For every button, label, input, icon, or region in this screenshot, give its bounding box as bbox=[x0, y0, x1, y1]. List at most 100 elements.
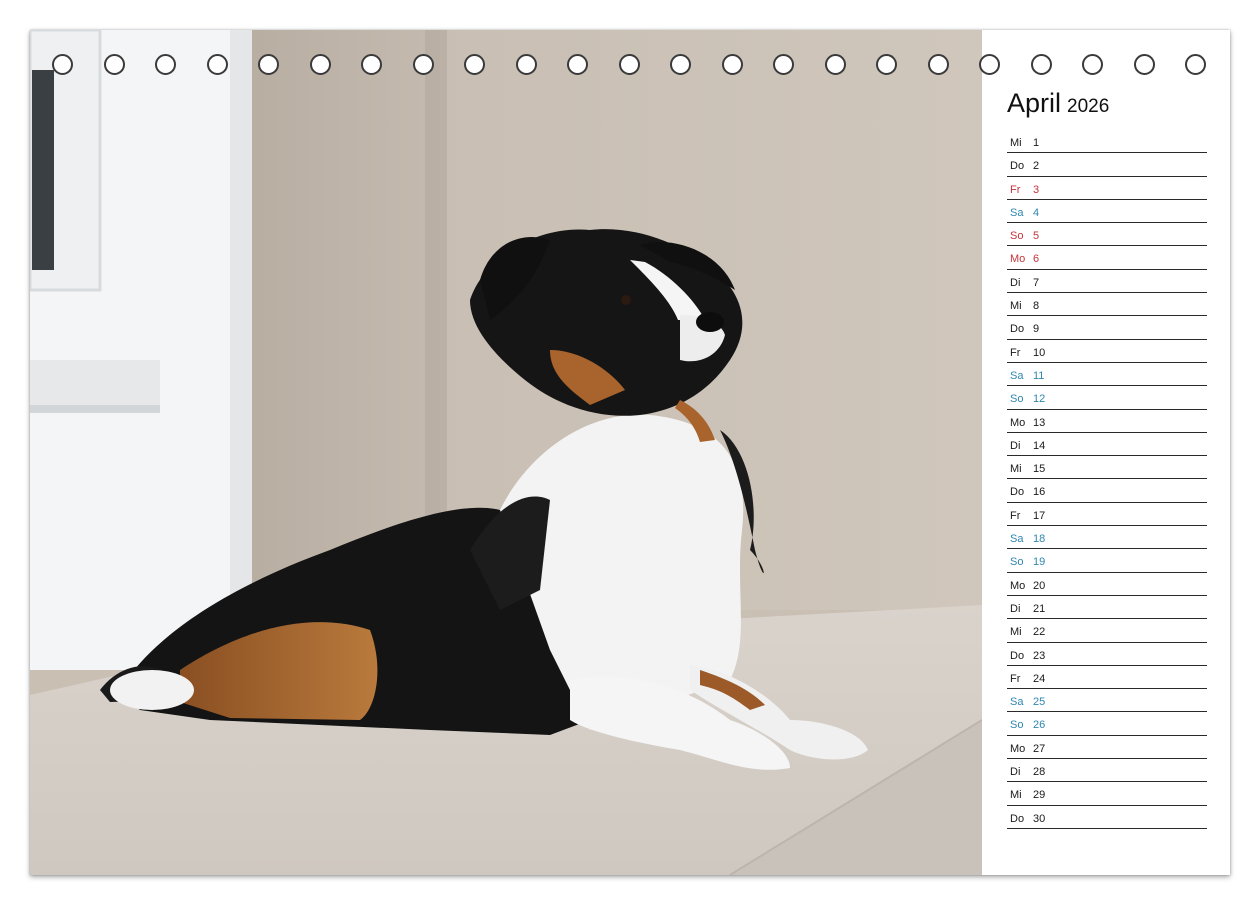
weekday-label: So bbox=[1010, 556, 1024, 569]
day-number: 9 bbox=[1033, 323, 1040, 336]
day-row: Di 14 bbox=[1007, 433, 1207, 457]
weekday-label: Do bbox=[1010, 323, 1025, 336]
weekday-label: Di bbox=[1010, 602, 1021, 615]
day-number: 11 bbox=[1033, 369, 1045, 382]
day-row: Sa 18 bbox=[1007, 526, 1207, 550]
day-row: Do 16 bbox=[1007, 479, 1207, 503]
day-number: 3 bbox=[1033, 183, 1040, 196]
day-row: Di 7 bbox=[1007, 270, 1207, 294]
day-number: 15 bbox=[1033, 463, 1046, 476]
day-number: 7 bbox=[1033, 276, 1040, 289]
day-number: 13 bbox=[1033, 416, 1046, 429]
weekday-label: So bbox=[1010, 230, 1024, 243]
weekday-label: So bbox=[1010, 719, 1024, 732]
day-list: Mi 1 Do 2 Fr 3 Sa 4 So 5 Mo 6 Di 7 Mi 8 Do 9 Fr 10 Sa 11 So 12 M… bbox=[1007, 130, 1207, 829]
day-number: 2 bbox=[1033, 160, 1040, 173]
weekday-label: Mi bbox=[1010, 137, 1022, 149]
weekday-label: Do bbox=[1010, 649, 1025, 662]
photo-illustration bbox=[30, 30, 982, 875]
day-number: 14 bbox=[1033, 439, 1046, 452]
day-number: 5 bbox=[1033, 230, 1040, 243]
day-number: 18 bbox=[1033, 533, 1046, 546]
day-number: 4 bbox=[1033, 206, 1040, 219]
day-row: Di 28 bbox=[1007, 759, 1207, 783]
door-molding-shadow bbox=[30, 405, 160, 413]
weekday-label: Sa bbox=[1010, 206, 1024, 219]
weekday-label: Mo bbox=[1010, 416, 1026, 429]
day-number: 1 bbox=[1033, 137, 1040, 149]
day-row: So 5 bbox=[1007, 223, 1207, 247]
weekday-label: Fr bbox=[1010, 672, 1021, 685]
day-row: Mi 29 bbox=[1007, 782, 1207, 806]
day-row: Fr 17 bbox=[1007, 503, 1207, 527]
weekday-label: Mi bbox=[1010, 626, 1022, 639]
day-number: 29 bbox=[1033, 789, 1046, 802]
calendar-page: April 2026 Mi 1 Do 2 Fr 3 Sa 4 So 5 Mo 6 Di 7 Mi 8 Do 9 Fr 1… bbox=[30, 30, 1230, 875]
day-row: Mi 1 bbox=[1007, 130, 1207, 154]
day-row: So 12 bbox=[1007, 386, 1207, 410]
day-row: Sa 25 bbox=[1007, 689, 1207, 713]
weekday-label: Mo bbox=[1010, 579, 1026, 592]
year-label: 2026 bbox=[1067, 96, 1110, 117]
weekday-label: Mi bbox=[1010, 300, 1022, 313]
weekday-label: Fr bbox=[1010, 509, 1021, 522]
day-row: Do 30 bbox=[1007, 806, 1207, 829]
day-row: Fr 24 bbox=[1007, 666, 1207, 690]
weekday-label: So bbox=[1010, 393, 1024, 406]
binding-ring bbox=[979, 54, 1000, 75]
binding-ring bbox=[1031, 54, 1052, 75]
weekday-label: Mi bbox=[1010, 463, 1022, 476]
month-title: April 2026 bbox=[1007, 85, 1207, 121]
day-row: Mo 6 bbox=[1007, 246, 1207, 270]
day-number: 16 bbox=[1033, 486, 1046, 499]
day-number: 12 bbox=[1033, 393, 1046, 406]
day-number: 20 bbox=[1033, 579, 1046, 592]
weekday-label: Sa bbox=[1010, 533, 1024, 546]
weekday-label: Sa bbox=[1010, 696, 1024, 709]
day-row: Do 23 bbox=[1007, 643, 1207, 666]
weekday-label: Mi bbox=[1010, 789, 1022, 802]
door-frame bbox=[230, 30, 252, 670]
day-row: So 26 bbox=[1007, 712, 1207, 736]
weekday-label: Fr bbox=[1010, 183, 1021, 196]
day-number: 25 bbox=[1033, 696, 1046, 709]
day-number: 23 bbox=[1033, 649, 1046, 662]
binding-ring bbox=[1082, 54, 1103, 75]
weekday-label: Sa bbox=[1010, 369, 1024, 382]
day-row: Do 9 bbox=[1007, 316, 1207, 340]
door-molding bbox=[30, 360, 160, 410]
weekday-label: Do bbox=[1010, 812, 1025, 825]
day-row: Do 2 bbox=[1007, 153, 1207, 177]
day-number: 24 bbox=[1033, 672, 1046, 685]
day-row: So 19 bbox=[1007, 549, 1207, 573]
binding-ring bbox=[1185, 54, 1206, 75]
day-row: Mi 15 bbox=[1007, 456, 1207, 480]
day-number: 19 bbox=[1033, 556, 1046, 569]
day-row: Fr 3 bbox=[1007, 177, 1207, 200]
day-row: Mi 8 bbox=[1007, 293, 1207, 317]
weekday-label: Fr bbox=[1010, 346, 1021, 359]
day-number: 6 bbox=[1033, 253, 1040, 266]
day-number: 30 bbox=[1033, 812, 1046, 825]
day-row: Fr 10 bbox=[1007, 340, 1207, 363]
day-number: 27 bbox=[1033, 742, 1046, 755]
day-row: Mo 20 bbox=[1007, 573, 1207, 596]
weekday-label: Di bbox=[1010, 439, 1021, 452]
weekday-label: Mo bbox=[1010, 742, 1026, 755]
weekday-label: Mo bbox=[1010, 253, 1026, 266]
door-glass bbox=[32, 70, 54, 270]
month-name: April bbox=[1007, 88, 1062, 118]
day-number: 26 bbox=[1033, 719, 1046, 732]
weekday-label: Do bbox=[1010, 486, 1025, 499]
weekday-label: Di bbox=[1010, 766, 1021, 779]
day-number: 28 bbox=[1033, 766, 1046, 779]
day-row: Mo 13 bbox=[1007, 410, 1207, 433]
dog-photo bbox=[30, 30, 982, 875]
day-row: Sa 4 bbox=[1007, 200, 1207, 224]
calendar-panel: April 2026 Mi 1 Do 2 Fr 3 Sa 4 So 5 Mo 6 Di 7 Mi 8 Do 9 Fr 1… bbox=[1007, 85, 1207, 829]
day-row: Mi 22 bbox=[1007, 619, 1207, 643]
day-number: 22 bbox=[1033, 626, 1046, 639]
day-number: 10 bbox=[1033, 346, 1046, 359]
day-row: Mo 27 bbox=[1007, 736, 1207, 760]
day-row: Sa 11 bbox=[1007, 363, 1207, 387]
